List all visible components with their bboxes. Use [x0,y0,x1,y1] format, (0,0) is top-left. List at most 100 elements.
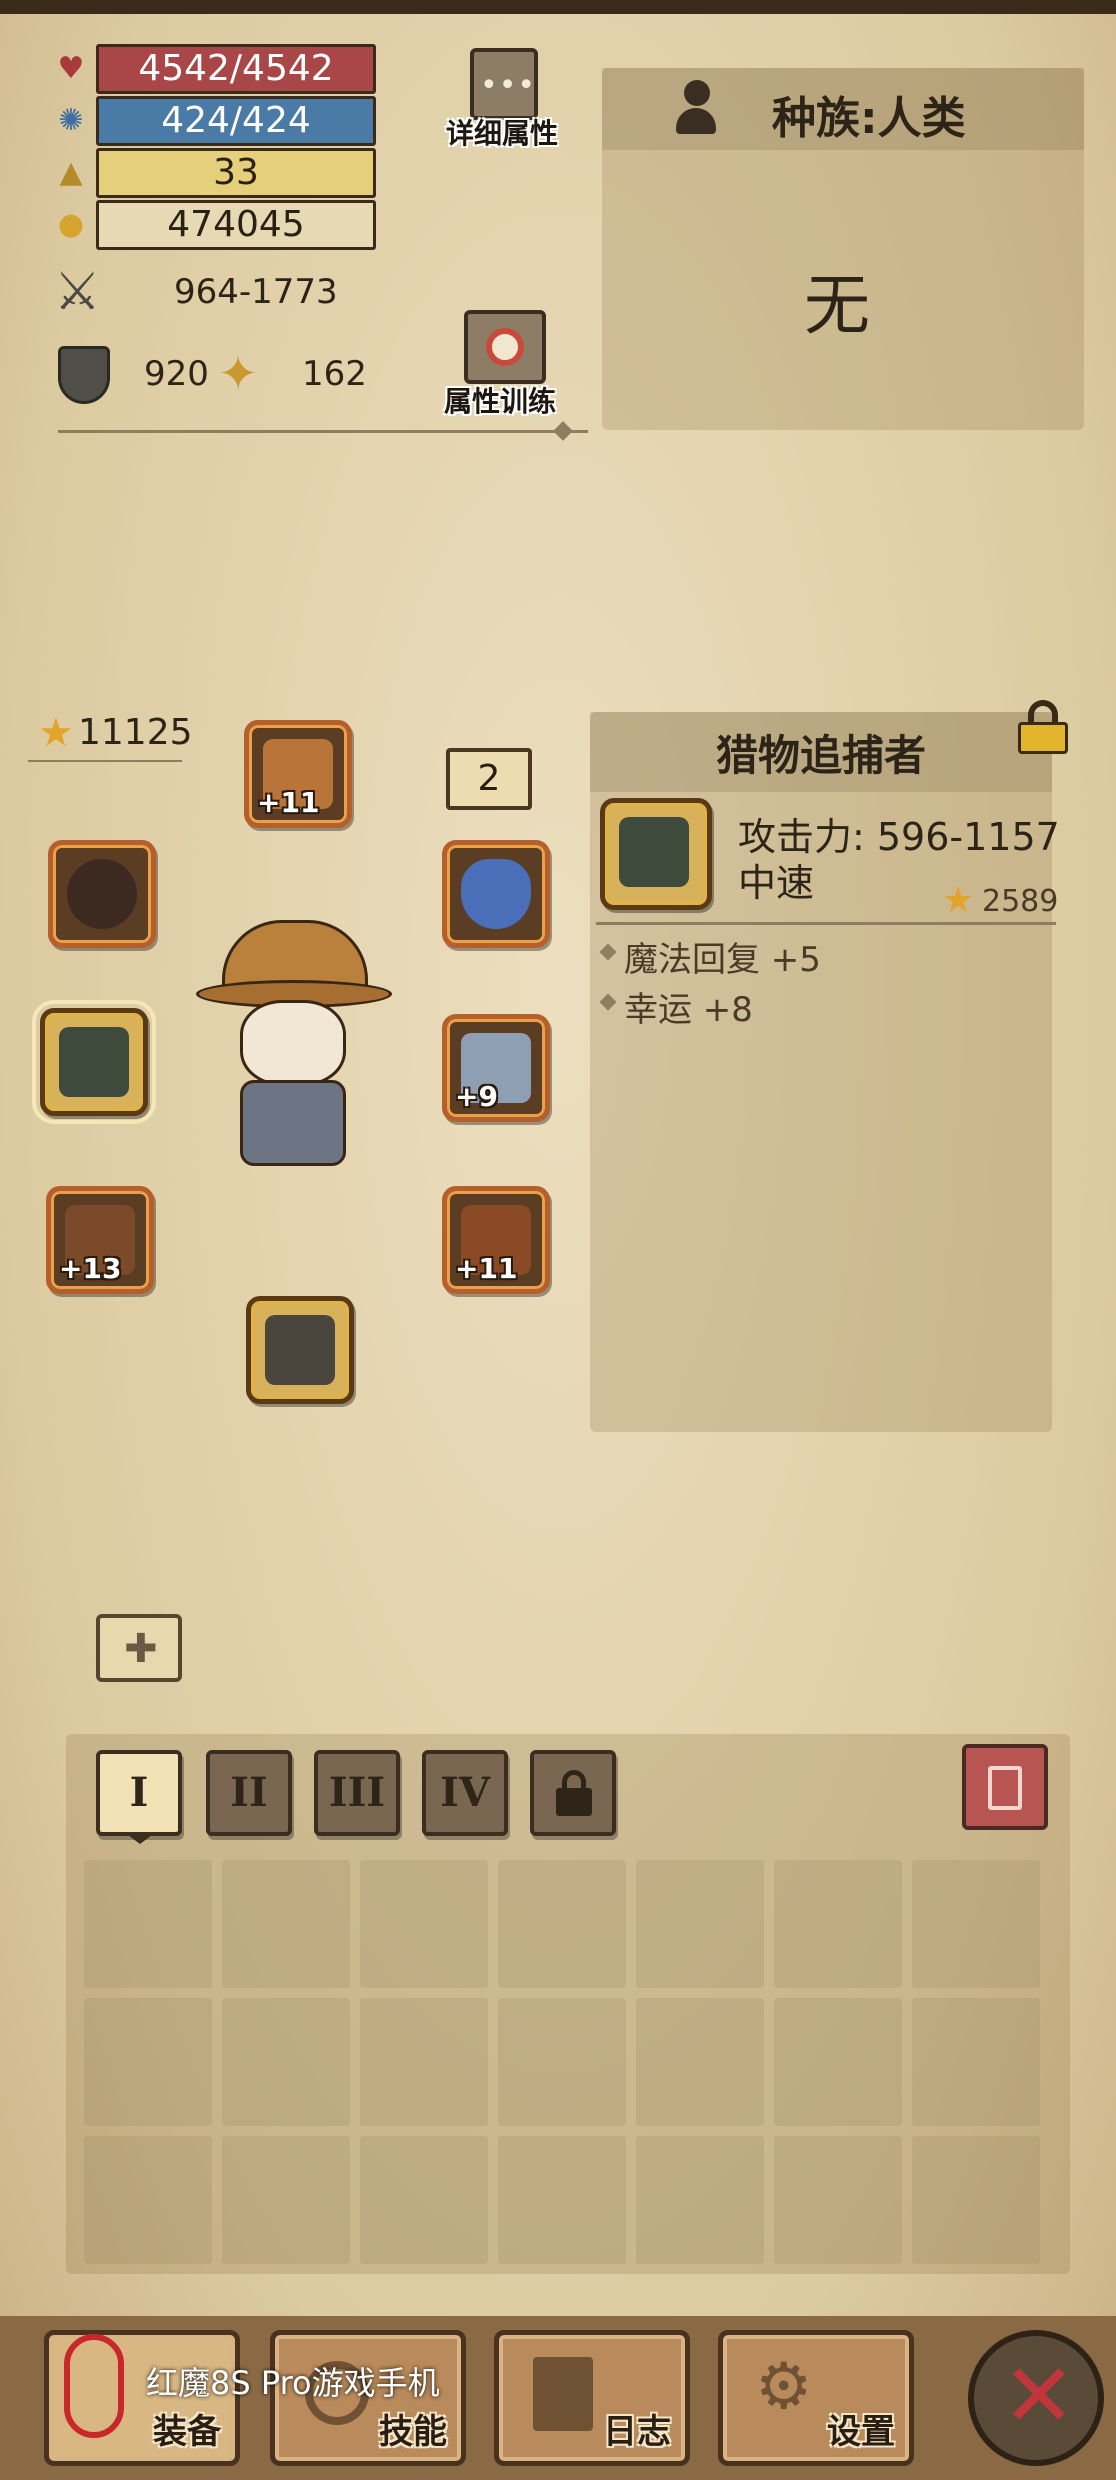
lock-icon[interactable] [1018,700,1068,754]
bag-cell[interactable] [498,1860,626,1988]
score-line [28,760,182,762]
gloves-plus: +13 [59,1252,122,1285]
trash-button[interactable] [962,1744,1048,1830]
bag-cell[interactable] [222,1998,350,2126]
top-torn-edge [0,0,1116,14]
shield-icon [58,346,110,404]
plus-icon: ✚ [124,1626,158,1672]
ring-icon [67,859,137,929]
bag-cell[interactable] [774,1998,902,2126]
attr-training-label[interactable]: 属性训练 [444,380,556,420]
bag-cell[interactable] [222,1860,350,1988]
bag-cell[interactable] [360,1998,488,2126]
close-icon: ✕ [1002,2344,1076,2447]
defense-value: 920 [144,354,209,394]
bag-cell[interactable] [912,1860,1040,1988]
bag-cell[interactable] [636,1860,764,1988]
gold-bar: 474045 [96,200,376,250]
divider [58,430,588,433]
amulet-icon [461,859,531,929]
add-button[interactable]: ✚ [96,1614,182,1682]
item-speed: 中速 [738,861,815,905]
bag-tab-locked[interactable] [530,1750,616,1836]
bag-cell[interactable] [636,2136,764,2264]
hat-slot[interactable]: +11 [244,720,352,828]
book-icon [533,2357,593,2431]
amulet-slot[interactable] [442,840,550,948]
level-badge: 2 [446,748,532,810]
bag-cell[interactable] [912,2136,1040,2264]
bag-cell[interactable] [498,2136,626,2264]
detail-attrs-button[interactable]: ••• [470,48,538,120]
bag-cell[interactable] [84,1860,212,1988]
attack-value: 964-1773 [174,272,338,312]
race-label: 种族:人类 [772,93,966,144]
boots-slot[interactable] [246,1296,354,1404]
item-score: 2589 [982,884,1059,919]
lock-icon [556,1770,592,1816]
boots-icon [265,1315,335,1385]
item-icon [600,798,712,910]
bag-cell[interactable] [912,1998,1040,2126]
bonus-line-2: 幸运 +8 [624,990,753,1030]
weapon-icon [619,817,689,887]
bonus-line-1: 魔法回复 +5 [624,940,821,980]
trash-icon [988,1766,1022,1810]
mp-bar: 424/424 [96,96,376,146]
bag-cell[interactable] [360,2136,488,2264]
bag-cell[interactable] [222,2136,350,2264]
bag-cell[interactable] [84,1998,212,2126]
watermark-text: 红魔8S Pro游戏手机 [146,2364,440,2402]
watermark-logo [64,2334,124,2438]
bag-cell[interactable] [774,1860,902,1988]
divider-diamond [553,421,573,441]
magic-staff-icon: ✦ [218,346,259,402]
weapon-icon [59,1027,129,1097]
nav-log-label: 日志 [603,2412,671,2452]
nav-settings-button[interactable]: ⚙ 设置 [718,2330,914,2466]
bag-tab-4[interactable]: IV [422,1750,508,1836]
bag-cell[interactable] [636,1998,764,2126]
nav-settings-label: 设置 [827,2412,895,2452]
level-icon: ▲ [59,155,83,190]
close-button[interactable]: ✕ [968,2330,1104,2466]
weapon-slot[interactable] [32,1000,156,1124]
item-divider [596,922,1056,925]
bag-cell[interactable] [498,1998,626,2126]
tab-pointer [124,1832,156,1844]
ring-slot[interactable] [48,840,156,948]
nav-equip-label: 装备 [153,2412,221,2452]
bag-tab-3[interactable]: III [314,1750,400,1836]
level-bar: 33 [96,148,376,198]
magic-value: 162 [302,354,367,394]
bag-tab-1[interactable]: I [96,1750,182,1836]
gold-icon: ● [57,207,85,242]
armor-slot[interactable]: +9 [442,1014,550,1122]
nav-log-button[interactable]: 日志 [494,2330,690,2466]
gloves-slot[interactable]: +13 [46,1186,154,1294]
attr-training-button[interactable] [464,310,546,384]
character-portrait [190,920,392,1170]
mana-icon: ✺ [58,103,84,138]
level-badge-value: 2 [477,758,501,799]
bag-cell[interactable] [84,2136,212,2264]
bag-cell[interactable] [360,1860,488,1988]
hp-bar: 4542/4542 [96,44,376,94]
detail-attrs-label[interactable]: 详细属性 [446,112,558,152]
item-title: 猎物追捕者 [716,731,927,780]
belt-slot[interactable]: +11 [442,1186,550,1294]
item-star-icon: ★ [942,880,975,921]
gear-icon: ⚙ [755,2350,813,2424]
belt-plus: +11 [455,1252,518,1285]
race-value: 无 [804,267,870,344]
equipment-score: 11125 [78,712,193,753]
nav-skills-label: 技能 [379,2412,447,2452]
bag-tab-2[interactable]: II [206,1750,292,1836]
swords-icon: ⚔ [54,262,101,322]
star-icon: ★ [38,710,74,756]
hat-plus: +11 [257,786,320,819]
armor-plus: +9 [455,1080,498,1113]
target-icon [486,328,524,366]
bag-cell[interactable] [774,2136,902,2264]
person-icon [676,80,716,138]
